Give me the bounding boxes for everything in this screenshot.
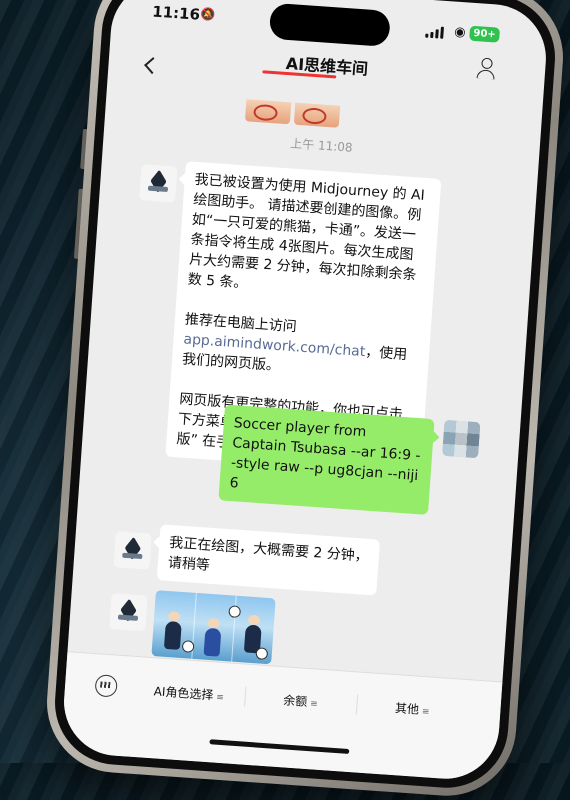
battery-indicator: 90+ xyxy=(469,25,501,43)
bot-avatar[interactable] xyxy=(113,531,152,570)
generated-image-message[interactable] xyxy=(151,590,276,665)
menu-other[interactable]: 其他 ≡ xyxy=(359,691,465,728)
signal-icon xyxy=(425,26,444,39)
status-time: 11:16 xyxy=(151,2,201,24)
screen: 11:16 🔕 ◉ 90+ AI思维车间 上午 11:08 我已被设置为使用 M… xyxy=(60,0,550,783)
menu-divider xyxy=(244,686,247,707)
bot-logo-icon xyxy=(117,598,139,622)
bot-avatar[interactable] xyxy=(139,164,178,203)
menu-arrow-icon: ≡ xyxy=(215,692,225,704)
message-timestamp: 上午 11:08 xyxy=(289,136,354,155)
user-avatar[interactable] xyxy=(442,419,481,459)
menu-arrow-icon: ≡ xyxy=(309,699,319,710)
bot-avatar[interactable] xyxy=(109,593,148,632)
menu-balance[interactable]: 余额 ≡ xyxy=(248,683,354,720)
person-icon[interactable] xyxy=(476,57,496,80)
wifi-icon: ◉ xyxy=(453,24,467,41)
intro-paragraph-1: 我已被设置为使用 Midjourney 的 AI绘图助手。 请描述要创建的图像。… xyxy=(187,171,426,292)
bot-logo-icon xyxy=(122,536,143,561)
chat-area[interactable]: 上午 11:08 我已被设置为使用 Midjourney 的 AI绘图助手。 请… xyxy=(67,89,541,684)
menu-ai-role-select[interactable]: AI角色选择 ≡ xyxy=(136,675,242,712)
bell-slash-icon: 🔕 xyxy=(199,6,216,22)
keyboard-icon[interactable] xyxy=(94,674,118,698)
user-prompt-message[interactable]: Soccer player from Captain Tsubasa --ar … xyxy=(218,404,435,515)
phone: 11:16 🔕 ◉ 90+ AI思维车间 上午 11:08 我已被设置为使用 M… xyxy=(42,0,568,800)
menu-arrow-icon: ≡ xyxy=(421,706,430,718)
bot-wait-message[interactable]: 我正在绘图，大概需要 2 分钟，请稍等 xyxy=(156,524,381,596)
menu-divider xyxy=(355,694,359,715)
bot-logo-icon xyxy=(147,169,169,193)
